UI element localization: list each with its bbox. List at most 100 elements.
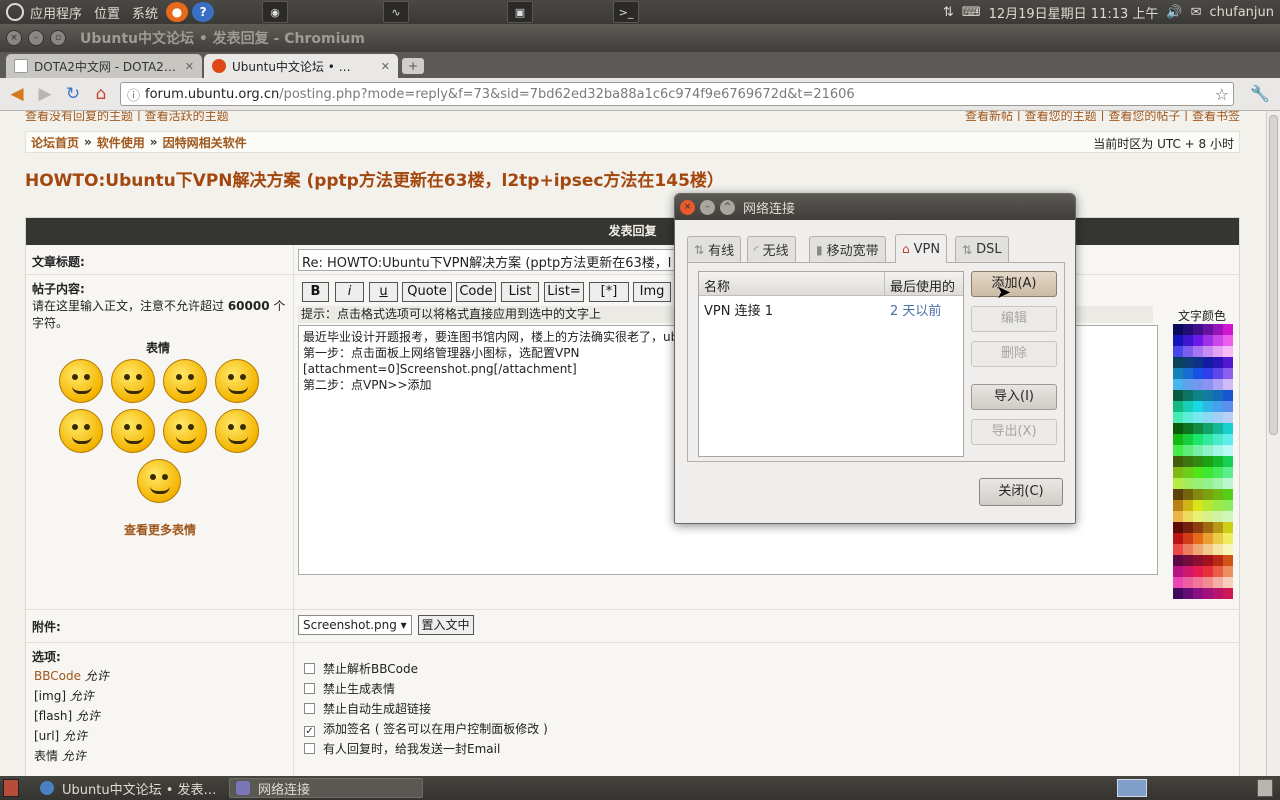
color-swatch[interactable] bbox=[1203, 324, 1213, 335]
color-swatch[interactable] bbox=[1193, 445, 1203, 456]
color-swatch[interactable] bbox=[1193, 489, 1203, 500]
dialog-titlebar[interactable]: × – ^ 网络连接 bbox=[675, 194, 1075, 220]
tab-vpn[interactable]: ⌂ VPN bbox=[895, 234, 948, 263]
color-swatch[interactable] bbox=[1213, 412, 1223, 423]
sweat-emoticon-icon[interactable] bbox=[111, 409, 155, 453]
color-swatch[interactable] bbox=[1203, 434, 1213, 445]
color-swatch[interactable] bbox=[1223, 445, 1233, 456]
back-icon[interactable]: ◀ bbox=[6, 83, 28, 105]
color-swatch[interactable] bbox=[1193, 467, 1203, 478]
color-swatch[interactable] bbox=[1173, 434, 1183, 445]
color-swatch[interactable] bbox=[1183, 544, 1193, 555]
color-swatch[interactable] bbox=[1223, 500, 1233, 511]
color-swatch[interactable] bbox=[1183, 489, 1193, 500]
quote-button[interactable]: Quote bbox=[402, 282, 452, 302]
new-tab-icon[interactable]: + bbox=[402, 58, 424, 74]
close-window-icon[interactable]: × bbox=[6, 30, 22, 46]
screenshot-launcher-icon[interactable]: ▣ bbox=[507, 1, 533, 23]
color-swatch[interactable] bbox=[1213, 566, 1223, 577]
color-swatch[interactable] bbox=[1173, 566, 1183, 577]
window-titlebar[interactable]: × – ▫ Ubuntu中文论坛 • 发表回复 - Chromium bbox=[0, 24, 1280, 52]
color-swatch[interactable] bbox=[1173, 555, 1183, 566]
color-swatch[interactable] bbox=[1223, 379, 1233, 390]
color-swatch[interactable] bbox=[1203, 335, 1213, 346]
color-swatch[interactable] bbox=[1223, 423, 1233, 434]
chromium-launcher-icon[interactable]: ◉ bbox=[262, 1, 288, 23]
color-swatch[interactable] bbox=[1193, 500, 1203, 511]
color-swatch[interactable] bbox=[1173, 588, 1183, 599]
color-swatch[interactable] bbox=[1213, 346, 1223, 357]
edit-button[interactable]: 编辑 bbox=[971, 306, 1057, 332]
import-button[interactable]: 导入(I) bbox=[971, 384, 1057, 410]
color-swatch[interactable] bbox=[1213, 335, 1223, 346]
checkbox-notify[interactable]: 有人回复时，给我发送一封Email bbox=[304, 740, 500, 757]
color-swatch[interactable] bbox=[1173, 467, 1183, 478]
color-swatch[interactable] bbox=[1173, 390, 1183, 401]
checkbox[interactable] bbox=[304, 743, 315, 754]
color-swatch[interactable] bbox=[1213, 368, 1223, 379]
dialog-close-button[interactable]: 关闭(C) bbox=[979, 478, 1063, 506]
show-desktop-icon[interactable] bbox=[3, 779, 19, 797]
color-swatch[interactable] bbox=[1223, 588, 1233, 599]
color-swatch[interactable] bbox=[1173, 346, 1183, 357]
color-swatch[interactable] bbox=[1223, 335, 1233, 346]
column-last-used[interactable]: 最后使用的 bbox=[885, 272, 960, 295]
bookmark-star-icon[interactable]: ☆ bbox=[1215, 85, 1229, 104]
tab-ubuntu-forum[interactable]: Ubuntu中文论坛 • … ✕ bbox=[204, 54, 398, 78]
color-swatch[interactable] bbox=[1193, 533, 1203, 544]
system-monitor-launcher-icon[interactable]: ∿ bbox=[383, 1, 409, 23]
color-swatch[interactable] bbox=[1213, 522, 1223, 533]
color-swatch[interactable] bbox=[1203, 423, 1213, 434]
color-swatch[interactable] bbox=[1223, 401, 1233, 412]
maximize-window-icon[interactable]: ▫ bbox=[50, 30, 66, 46]
color-swatch[interactable] bbox=[1183, 390, 1193, 401]
underline-button[interactable]: u bbox=[369, 282, 398, 302]
color-swatch[interactable] bbox=[1183, 456, 1193, 467]
color-swatch[interactable] bbox=[1213, 500, 1223, 511]
color-swatch[interactable] bbox=[1203, 544, 1213, 555]
img-button[interactable]: Img bbox=[633, 282, 671, 302]
color-swatch[interactable] bbox=[1193, 544, 1203, 555]
color-swatch[interactable] bbox=[1213, 588, 1223, 599]
firefox-launcher-icon[interactable]: ● bbox=[166, 2, 189, 22]
breadcrumb-home[interactable]: 论坛首页 bbox=[31, 134, 79, 151]
tab-wired[interactable]: ⇅ 有线 bbox=[687, 236, 742, 262]
color-swatch[interactable] bbox=[1173, 522, 1183, 533]
color-swatch[interactable] bbox=[1193, 379, 1203, 390]
color-swatch[interactable] bbox=[1213, 555, 1223, 566]
color-swatch[interactable] bbox=[1203, 357, 1213, 368]
color-swatch[interactable] bbox=[1173, 445, 1183, 456]
color-swatch[interactable] bbox=[1223, 434, 1233, 445]
color-swatch[interactable] bbox=[1183, 500, 1193, 511]
color-swatch[interactable] bbox=[1223, 368, 1233, 379]
color-swatch[interactable] bbox=[1193, 478, 1203, 489]
color-swatch[interactable] bbox=[1223, 478, 1233, 489]
color-swatch[interactable] bbox=[1223, 577, 1233, 588]
color-swatch[interactable] bbox=[1203, 522, 1213, 533]
forward-icon[interactable]: ▶ bbox=[34, 83, 56, 105]
color-swatch[interactable] bbox=[1193, 346, 1203, 357]
color-swatch[interactable] bbox=[1183, 577, 1193, 588]
bold-button[interactable]: B bbox=[302, 282, 329, 302]
color-swatch[interactable] bbox=[1173, 577, 1183, 588]
color-swatch[interactable] bbox=[1203, 346, 1213, 357]
color-swatch[interactable] bbox=[1213, 489, 1223, 500]
color-swatch[interactable] bbox=[1183, 346, 1193, 357]
checkbox[interactable] bbox=[304, 663, 315, 674]
color-swatch[interactable] bbox=[1223, 324, 1233, 335]
color-swatch[interactable] bbox=[1183, 566, 1193, 577]
dizzy-emoticon-icon[interactable] bbox=[137, 459, 181, 503]
color-swatch[interactable] bbox=[1213, 577, 1223, 588]
color-swatch[interactable] bbox=[1203, 500, 1213, 511]
quick-links-left[interactable]: 查看没有回复的主题 | 查看活跃的主题 bbox=[25, 111, 229, 121]
mail-icon[interactable]: ✉ bbox=[1191, 5, 1202, 20]
list-button[interactable]: List bbox=[501, 282, 539, 302]
color-swatch[interactable] bbox=[1203, 379, 1213, 390]
color-swatch[interactable] bbox=[1173, 412, 1183, 423]
trash-icon[interactable] bbox=[1257, 779, 1273, 797]
color-swatch[interactable] bbox=[1183, 478, 1193, 489]
color-swatch[interactable] bbox=[1183, 423, 1193, 434]
color-swatch[interactable] bbox=[1213, 467, 1223, 478]
clock[interactable]: 12月19日星期日 11:13 上午 bbox=[989, 3, 1159, 22]
color-swatch[interactable] bbox=[1193, 555, 1203, 566]
